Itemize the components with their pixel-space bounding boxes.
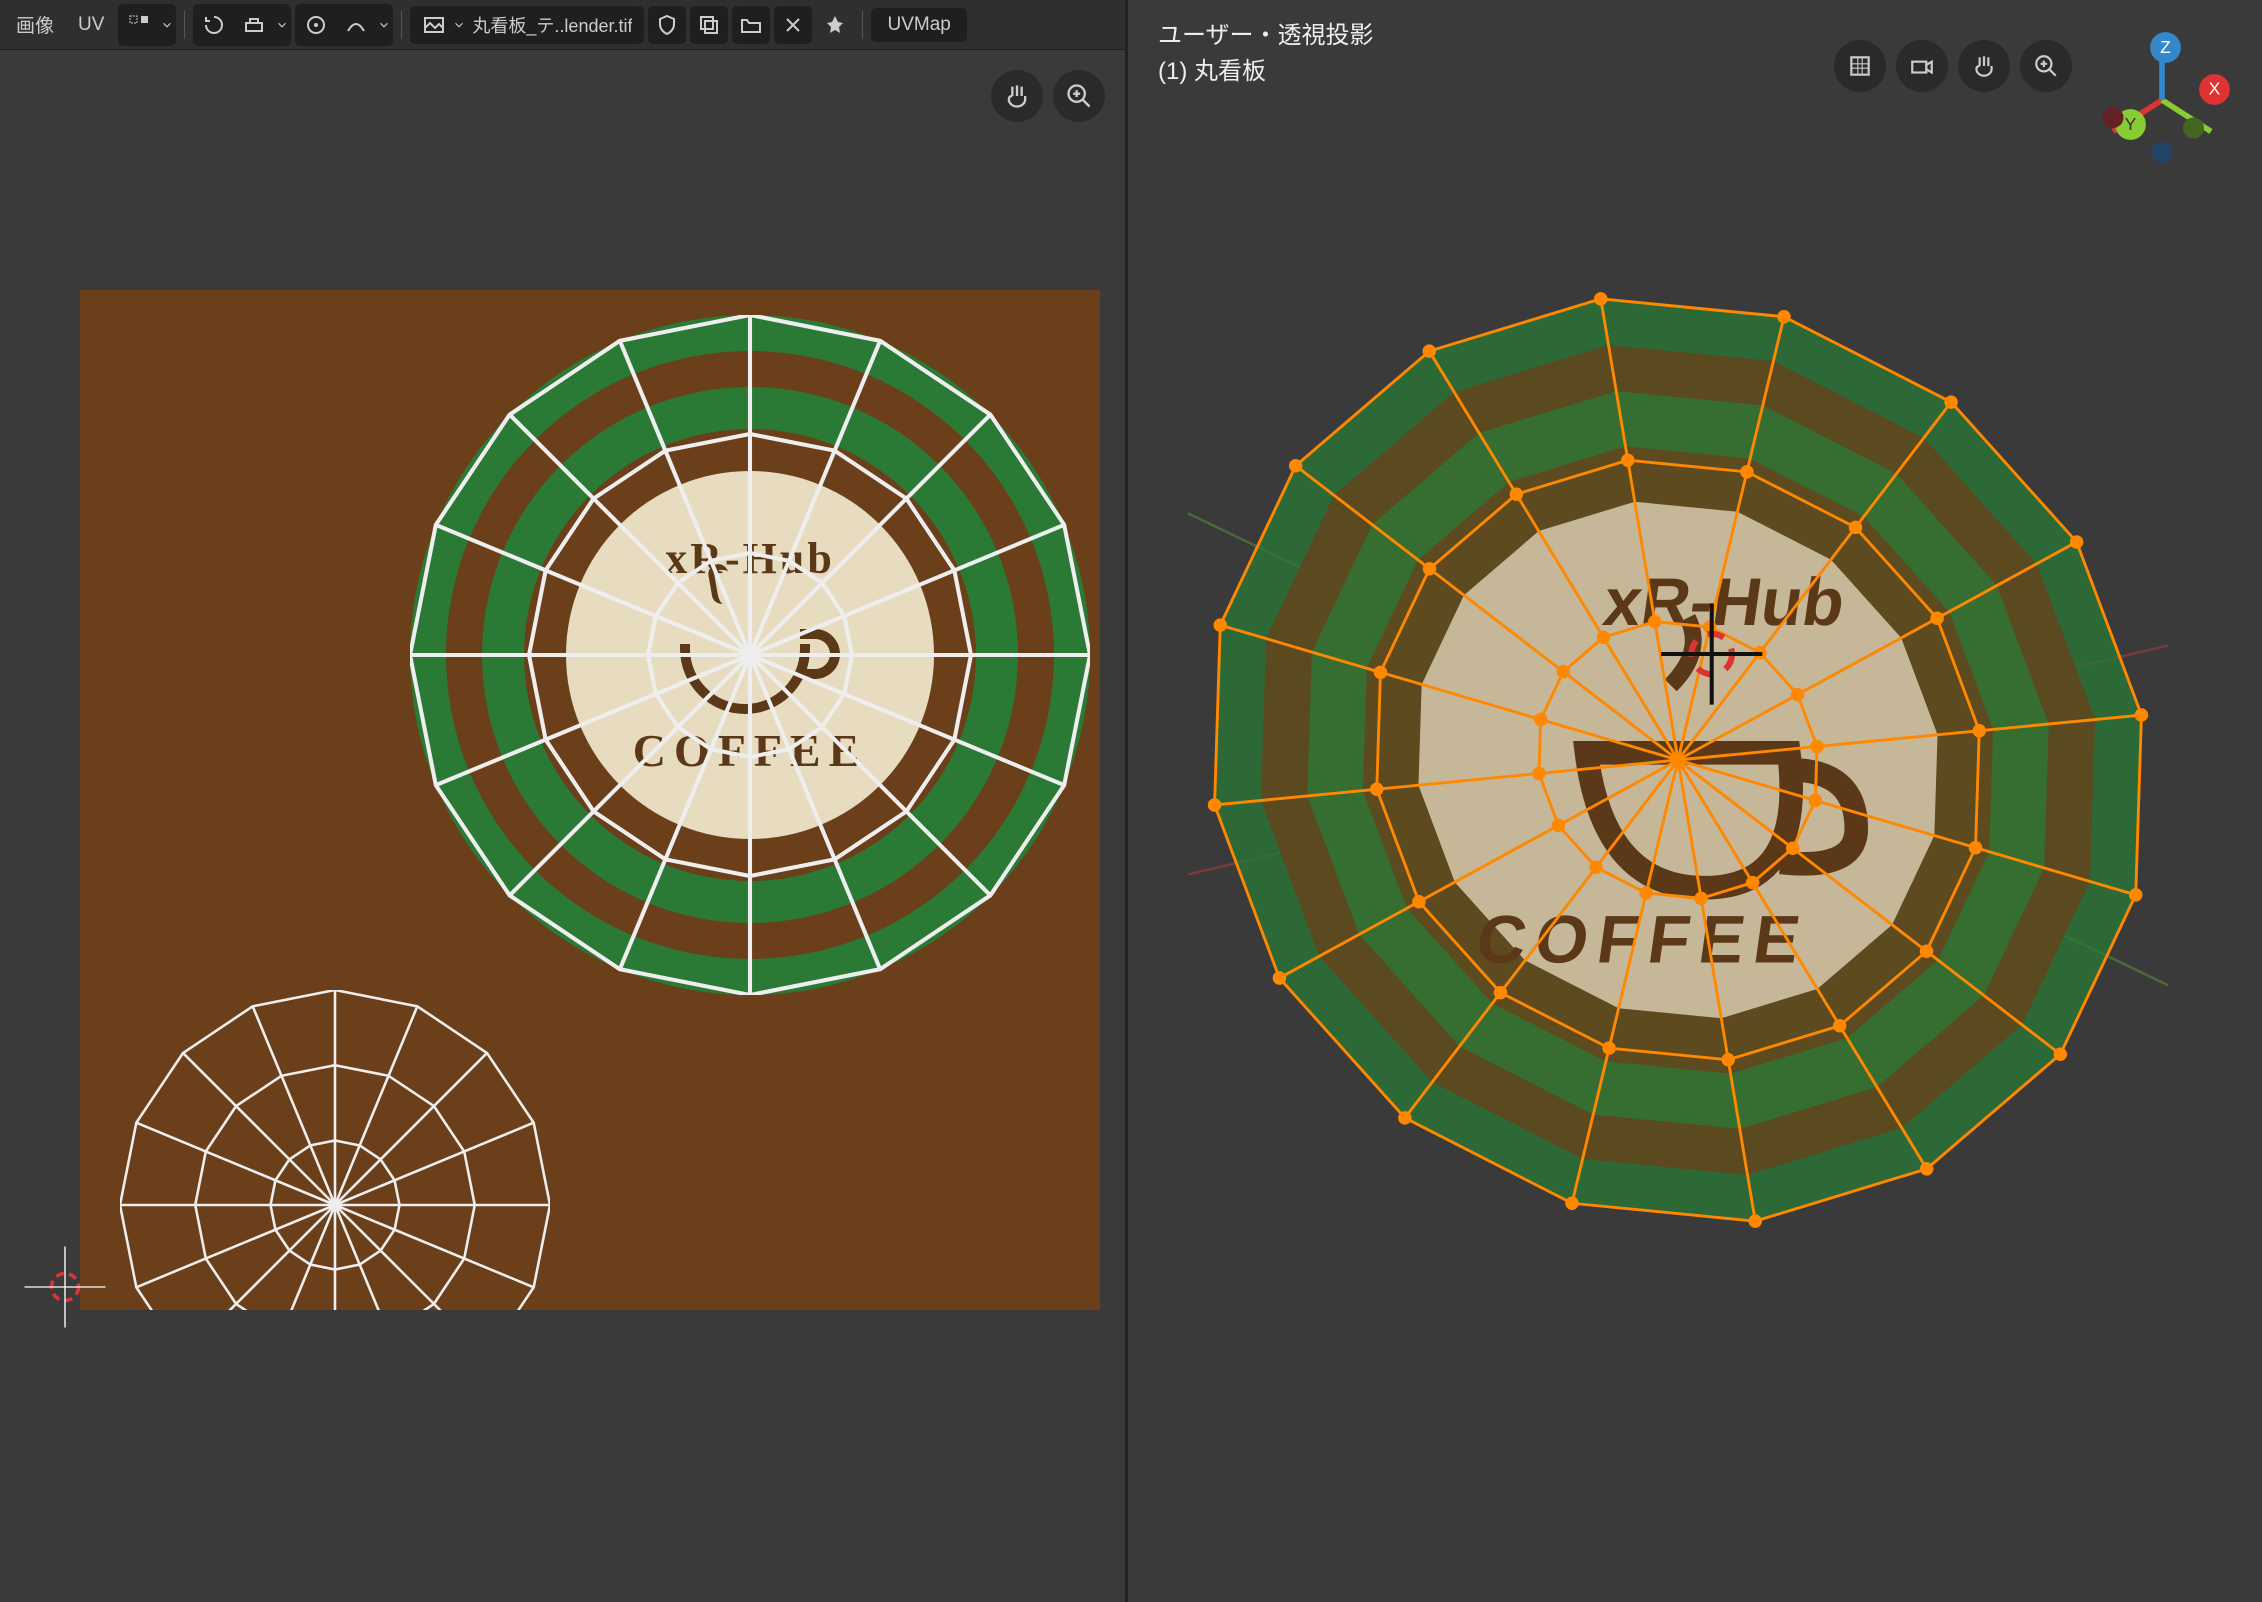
separator xyxy=(184,11,185,39)
image-datablock[interactable]: 丸看板_テ..lender.tif xyxy=(410,6,644,44)
snap-target-icon[interactable] xyxy=(297,6,335,44)
svg-text:COFFEE: COFFEE xyxy=(1472,903,1814,978)
shield-icon[interactable] xyxy=(648,6,686,44)
coffee-logo-big: xR-Hub COFFEE xyxy=(410,315,1090,995)
orientation-gizmo[interactable]: X Y Z xyxy=(2092,30,2232,170)
selection-mode-group xyxy=(118,4,176,46)
transform-tools-group xyxy=(193,4,291,46)
3d-viewport-panel: ッシュ 頂点 辺 面 UV グロー.. xyxy=(1128,0,2262,1602)
menu-image[interactable]: 画像 xyxy=(6,7,64,42)
projection-label: ユーザー・透視投影 xyxy=(1158,18,1374,54)
separator xyxy=(862,11,863,39)
object-name-label: (1) 丸看板 xyxy=(1158,54,1374,90)
menu-uv[interactable]: UV xyxy=(68,10,114,40)
image-filename: 丸看板_テ..lender.tif xyxy=(472,12,632,38)
svg-text:xR-Hub: xR-Hub xyxy=(1599,565,1849,640)
3d-mesh-disc: xR-Hub COFFEE xyxy=(1188,230,2168,1290)
camera-grid-icon[interactable] xyxy=(1834,40,1886,92)
uv-island-back xyxy=(120,990,550,1310)
rotate-icon[interactable] xyxy=(195,6,233,44)
camera-view-icon[interactable] xyxy=(1896,40,1948,92)
image-icon xyxy=(422,13,446,37)
svg-text:X: X xyxy=(2209,78,2221,98)
uv-editor-panel: 画像 UV 丸看板_テ..lender.tif xyxy=(0,0,1128,1602)
select-mode-icon[interactable] xyxy=(120,6,158,44)
uv-workspace[interactable]: xR-Hub COFFEE xyxy=(0,50,1125,1602)
snap-curve-icon[interactable] xyxy=(337,6,375,44)
logo-text-bottom: COFFEE xyxy=(633,724,868,777)
chevron-down-icon[interactable] xyxy=(275,13,289,37)
viewport-nav-tools xyxy=(1834,40,2072,92)
logo-text-top: xR-Hub xyxy=(665,533,835,584)
copy-icon[interactable] xyxy=(690,6,728,44)
separator xyxy=(401,11,402,39)
chevron-down-icon[interactable] xyxy=(160,13,174,37)
svg-text:Z: Z xyxy=(2160,37,2171,57)
svg-text:Y: Y xyxy=(2125,114,2137,134)
coffee-cup-icon xyxy=(660,594,840,714)
close-icon[interactable] xyxy=(774,6,812,44)
folder-open-icon[interactable] xyxy=(732,6,770,44)
uvmap-selector[interactable]: UVMap xyxy=(871,8,966,42)
scale-icon[interactable] xyxy=(235,6,273,44)
zoom-icon[interactable] xyxy=(1053,70,1105,122)
pan-icon[interactable] xyxy=(1958,40,2010,92)
chevron-down-icon[interactable] xyxy=(377,13,391,37)
3d-viewport[interactable]: ユーザー・透視投影 (1) 丸看板 X Y Z xyxy=(1128,0,2262,1602)
zoom-icon[interactable] xyxy=(2020,40,2072,92)
chevron-down-icon xyxy=(452,13,466,37)
pin-icon[interactable] xyxy=(816,6,854,44)
pan-icon[interactable] xyxy=(991,70,1043,122)
uv-editor-header: 画像 UV 丸看板_テ..lender.tif xyxy=(0,0,1125,50)
viewport-overlay-text: ユーザー・透視投影 (1) 丸看板 xyxy=(1158,18,1374,90)
uv-floating-tools xyxy=(991,70,1105,122)
texture-image: xR-Hub COFFEE xyxy=(80,290,1100,1310)
snap-group xyxy=(295,4,393,46)
uvmap-label: UVMap xyxy=(887,14,950,35)
